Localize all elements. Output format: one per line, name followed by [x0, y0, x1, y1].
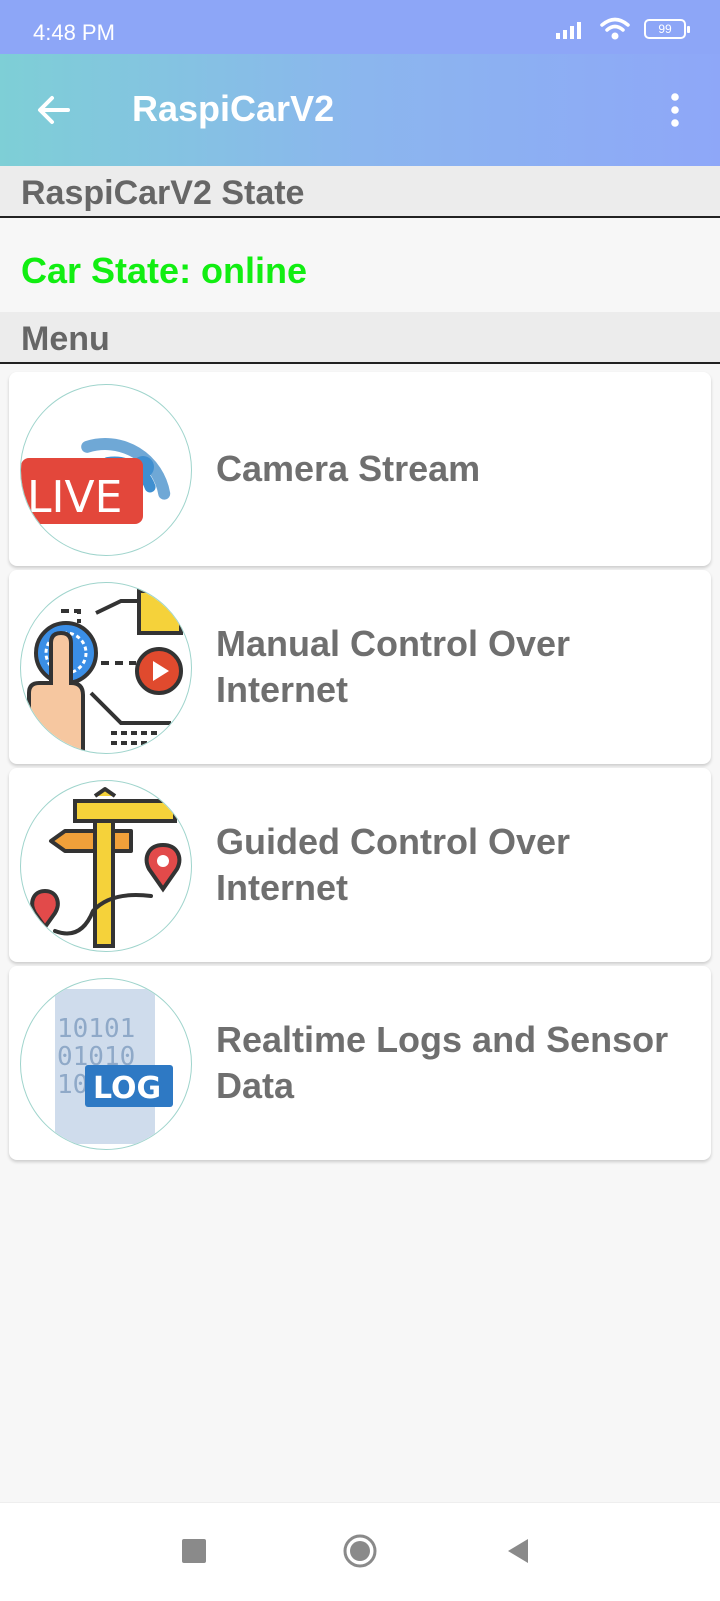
back-triangle-icon[interactable]: [500, 1533, 536, 1569]
menu-item-label: Realtime Logs and Sensor Data: [216, 1019, 669, 1106]
menu-item-guided-control[interactable]: Guided Control Over Internet: [9, 768, 711, 962]
state-section-title: RaspiCarV2 State: [21, 174, 305, 212]
recents-square-icon[interactable]: [176, 1533, 212, 1569]
svg-text:10101: 10101: [57, 1014, 135, 1044]
menu-item-label: Guided Control Over Internet: [216, 821, 571, 908]
svg-text:10: 10: [57, 1070, 88, 1100]
svg-text:LIVE: LIVE: [27, 472, 122, 523]
car-state-text: Car State: online: [21, 250, 308, 291]
home-circle-icon[interactable]: [342, 1533, 378, 1569]
status-icons: 99: [556, 17, 690, 41]
menu-item-realtime-logs[interactable]: 10101 01010 10 LOG Realtime Logs and Sen…: [9, 966, 711, 1160]
signpost-map-icon: [20, 780, 192, 952]
app-bar: RaspiCarV2: [0, 54, 720, 166]
menu-section-header: Menu: [0, 312, 720, 364]
live-stream-icon: LIVE: [20, 384, 192, 556]
menu-item-label: Camera Stream: [216, 448, 481, 489]
menu-item-manual-control[interactable]: Manual Control Over Internet: [9, 570, 711, 764]
more-vert-icon[interactable]: [668, 92, 682, 128]
menu-section-title: Menu: [21, 320, 110, 358]
menu-item-camera-stream[interactable]: LIVE Camera Stream: [9, 372, 711, 566]
signal-icon: [556, 22, 581, 39]
svg-text:LOG: LOG: [93, 1071, 161, 1106]
system-nav-bar: [0, 1502, 720, 1601]
battery-icon: 99: [644, 19, 690, 39]
arrow-left-icon[interactable]: [34, 90, 74, 130]
wifi-icon: [600, 17, 630, 40]
touch-control-icon: [20, 582, 192, 754]
status-bar: 4:48 PM 99: [0, 0, 720, 54]
status-time: 4:48 PM: [33, 20, 115, 45]
log-file-icon: 10101 01010 10 LOG: [20, 978, 192, 1150]
app-title: RaspiCarV2: [132, 88, 335, 129]
battery-level: 99: [658, 22, 672, 36]
state-section-header: RaspiCarV2 State: [0, 166, 720, 218]
menu-item-label: Manual Control Over Internet: [216, 623, 571, 710]
